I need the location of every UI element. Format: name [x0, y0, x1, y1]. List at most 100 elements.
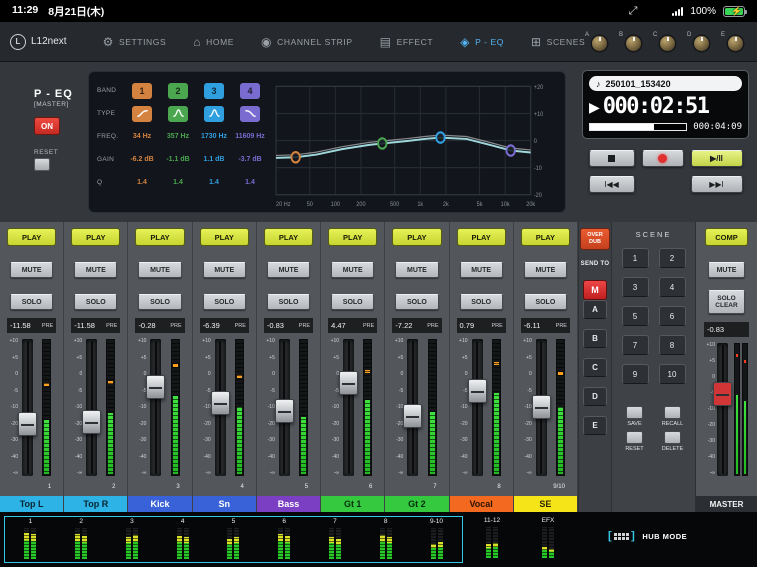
- fader-handle[interactable]: [146, 375, 165, 399]
- fader-handle[interactable]: [82, 410, 101, 434]
- scene-number-button[interactable]: 10: [659, 364, 686, 384]
- band-gain-value[interactable]: 1.1 dB: [203, 148, 224, 171]
- scene-number-button[interactable]: 1: [622, 248, 649, 268]
- fader-handle[interactable]: [211, 391, 230, 415]
- pre-badge[interactable]: PRE: [235, 323, 246, 329]
- band-q-value[interactable]: 1.4: [137, 171, 147, 194]
- pre-badge[interactable]: PRE: [556, 323, 567, 329]
- channel-name-tab[interactable]: Gt 1: [321, 496, 384, 512]
- band-select-button[interactable]: 1: [132, 83, 152, 99]
- band-q-value[interactable]: 1.4: [173, 171, 183, 194]
- play-button[interactable]: PLAY: [328, 228, 377, 246]
- solo-button[interactable]: SOLO: [10, 294, 53, 310]
- solo-button[interactable]: SOLO: [203, 294, 246, 310]
- play-button[interactable]: PLAY: [135, 228, 184, 246]
- scene-action-button[interactable]: [664, 431, 681, 444]
- channel-name-tab[interactable]: Gt 2: [385, 496, 448, 512]
- fader-handle[interactable]: [468, 379, 487, 403]
- playback-progress-bar[interactable]: [589, 123, 687, 131]
- mute-button[interactable]: MUTE: [524, 262, 567, 278]
- solo-button[interactable]: SOLO: [267, 294, 310, 310]
- fader-handle[interactable]: [532, 395, 551, 419]
- scene-action-button[interactable]: [664, 406, 681, 419]
- fader-track[interactable]: [150, 339, 161, 476]
- fader-track[interactable]: [86, 339, 97, 476]
- hub-mode-indicator[interactable]: [ ] HUB MODE: [608, 531, 687, 542]
- band-frequency-value[interactable]: 11609 Hz: [235, 125, 265, 148]
- play-button[interactable]: PLAY: [392, 228, 441, 246]
- overdub-button[interactable]: OVER DUB: [580, 228, 610, 250]
- send-bus-button[interactable]: B: [583, 329, 607, 348]
- band-gain-value[interactable]: -6.2 dB: [130, 148, 153, 171]
- band-frequency-value[interactable]: 34 Hz: [133, 125, 151, 148]
- nav-item[interactable]: ⚙ SETTINGS: [103, 36, 167, 48]
- solo-clear-button[interactable]: SOLO CLEAR: [708, 290, 745, 314]
- master-fader-handle[interactable]: [713, 382, 732, 406]
- fader-handle[interactable]: [403, 404, 422, 428]
- play-button[interactable]: PLAY: [71, 228, 120, 246]
- output-level-knob[interactable]: [626, 36, 641, 51]
- channel-name-tab[interactable]: Top R: [64, 496, 127, 512]
- eq-graph[interactable]: 20 Hz501002005001k2k5k10k20k+20+100-10-2…: [272, 79, 557, 207]
- solo-button[interactable]: SOLO: [74, 294, 117, 310]
- channel-name-tab[interactable]: Kick: [128, 496, 191, 512]
- solo-button[interactable]: SOLO: [331, 294, 374, 310]
- channel-meter-box[interactable]: 1 2 3: [4, 516, 463, 563]
- band-frequency-value[interactable]: 1730 Hz: [201, 125, 227, 148]
- band-type-button[interactable]: [168, 106, 188, 122]
- master-label-tab[interactable]: MASTER: [696, 496, 757, 512]
- app-logo[interactable]: L L12next: [0, 34, 77, 50]
- pre-badge[interactable]: PRE: [299, 323, 310, 329]
- nav-item[interactable]: ◈ P - EQ: [460, 36, 504, 48]
- channel-name-tab[interactable]: Sn: [193, 496, 256, 512]
- fader-track[interactable]: [472, 339, 483, 476]
- comp-button[interactable]: COMP: [705, 228, 748, 246]
- mute-button[interactable]: MUTE: [10, 262, 53, 278]
- channel-name-tab[interactable]: SE: [514, 496, 577, 512]
- mute-button[interactable]: MUTE: [267, 262, 310, 278]
- stop-button[interactable]: [589, 150, 635, 167]
- band-select-button[interactable]: 2: [168, 83, 188, 99]
- fast-forward-button[interactable]: ▶▶I: [691, 176, 743, 193]
- send-bus-button[interactable]: C: [583, 358, 607, 377]
- mute-button[interactable]: MUTE: [395, 262, 438, 278]
- send-bus-button[interactable]: A: [583, 300, 607, 319]
- fader-handle[interactable]: [18, 412, 37, 436]
- channel-name-tab[interactable]: Vocal: [450, 496, 513, 512]
- send-bus-button[interactable]: D: [583, 387, 607, 406]
- band-q-value[interactable]: 1.4: [209, 171, 219, 194]
- master-fader-track[interactable]: [717, 343, 728, 476]
- output-level-knob[interactable]: [694, 36, 709, 51]
- mute-button[interactable]: MUTE: [460, 262, 503, 278]
- solo-button[interactable]: SOLO: [395, 294, 438, 310]
- output-level-knob[interactable]: [660, 36, 675, 51]
- scene-number-button[interactable]: 2: [659, 248, 686, 268]
- solo-button[interactable]: SOLO: [524, 294, 567, 310]
- play-button[interactable]: PLAY: [264, 228, 313, 246]
- fader-track[interactable]: [343, 339, 354, 476]
- pre-badge[interactable]: PRE: [363, 323, 374, 329]
- pre-badge[interactable]: PRE: [427, 323, 438, 329]
- scene-number-button[interactable]: 5: [622, 306, 649, 326]
- master-mute-button[interactable]: MUTE: [708, 262, 745, 278]
- play-button[interactable]: PLAY: [200, 228, 249, 246]
- band-select-button[interactable]: 4: [240, 83, 260, 99]
- play-pause-button[interactable]: ▶/II: [691, 150, 743, 167]
- band-gain-value[interactable]: -3.7 dB: [238, 148, 261, 171]
- pre-badge[interactable]: PRE: [106, 323, 117, 329]
- output-level-knob[interactable]: [592, 36, 607, 51]
- nav-item[interactable]: ▤ EFFECT: [380, 36, 434, 48]
- scene-number-button[interactable]: 4: [659, 277, 686, 297]
- fader-handle[interactable]: [339, 371, 358, 395]
- pre-badge[interactable]: PRE: [170, 323, 181, 329]
- nav-item[interactable]: ⌂ HOME: [193, 36, 234, 48]
- send-master-button[interactable]: M: [583, 280, 607, 300]
- pre-badge[interactable]: PRE: [491, 323, 502, 329]
- band-type-button[interactable]: [204, 106, 224, 122]
- band-gain-value[interactable]: -1.1 dB: [166, 148, 189, 171]
- solo-button[interactable]: SOLO: [460, 294, 503, 310]
- mute-button[interactable]: MUTE: [74, 262, 117, 278]
- channel-name-tab[interactable]: Top L: [0, 496, 63, 512]
- channel-name-tab[interactable]: Bass: [257, 496, 320, 512]
- scene-number-button[interactable]: 8: [659, 335, 686, 355]
